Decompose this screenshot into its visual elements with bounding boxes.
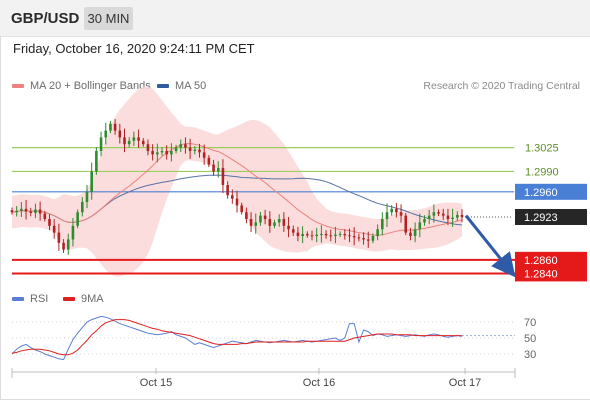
price-chart[interactable]: 1.3025 1.2990 1.2960 1.2923 1.28601.2840 70 5…	[0, 0, 590, 400]
level-label-1.2860: 1.2860	[524, 255, 558, 267]
rsi-ma-line	[11, 319, 462, 356]
x-tick-label: Oct 15	[140, 377, 172, 389]
candle	[76, 209, 79, 229]
rsi-tick-label: 50	[524, 333, 536, 345]
level-label-1.2990: 1.2990	[525, 166, 559, 178]
x-tick-label: Oct 16	[303, 377, 335, 389]
level-label-1.2923: 1.2923	[524, 212, 558, 224]
rsi-tick-label: 70	[524, 317, 536, 329]
x-tick-label: Oct 17	[449, 377, 481, 389]
bollinger-band-area	[12, 86, 462, 277]
candle	[95, 147, 98, 175]
rsi-tick-label: 30	[524, 349, 536, 361]
level-label-1.2840: 1.2840	[524, 268, 558, 280]
level-label-1.2960: 1.2960	[524, 187, 558, 199]
candle	[404, 212, 408, 236]
level-label-1.3025: 1.3025	[525, 143, 559, 155]
rsi-line	[11, 315, 463, 361]
